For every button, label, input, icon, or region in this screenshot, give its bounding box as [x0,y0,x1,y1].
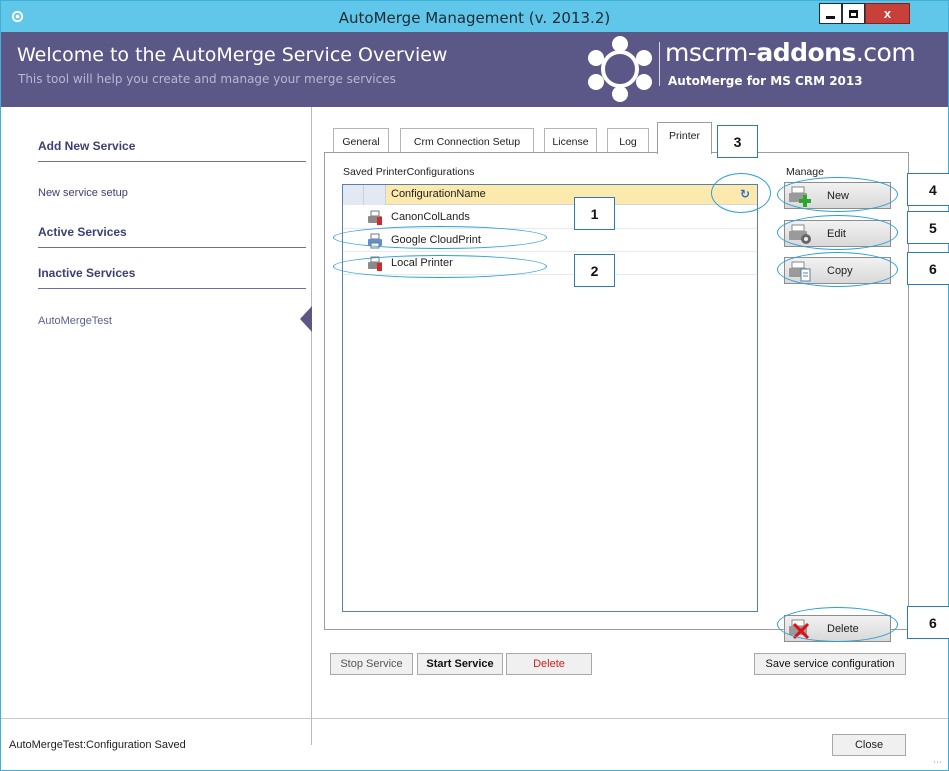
maximize-icon [849,9,858,18]
sidebar-item-automergetest[interactable]: AutoMergeTest [38,315,112,327]
sidebar-divider [38,247,306,248]
grid-icon-column-header [364,185,386,205]
configuration-name: Google CloudPrint [391,234,481,246]
callout-box-6b [907,606,949,639]
app-window: AutoMerge Management (v. 2013.2) x Welco… [0,0,949,771]
callout-box-5 [907,211,949,244]
new-button-label: New [827,190,850,202]
printer-icon [368,210,382,225]
configuration-name: CanonColLands [391,211,470,223]
callout-1: 1 [574,197,615,230]
callout-box-4 [907,173,949,206]
copy-configuration-button[interactable]: Copy [784,257,891,284]
saved-configurations-label: Saved PrinterConfigurations [343,166,475,178]
header-title: Welcome to the AutoMerge Service Overvie… [17,44,448,66]
grid-corner-cell [343,185,364,205]
callout-5: 5 [929,220,937,236]
start-service-button[interactable]: Start Service [417,653,503,675]
new-printer-icon [789,186,811,207]
printer-icon [368,256,382,271]
manage-label: Manage [786,166,824,178]
sidebar-divider [38,161,306,162]
configuration-name-column-header[interactable]: ConfigurationName [391,188,486,200]
tab-general[interactable]: General [333,128,389,154]
delete-printer-icon [789,619,810,640]
add-new-service-heading[interactable]: Add New Service [38,139,135,153]
tab-printer[interactable]: Printer [657,122,712,154]
window-title: AutoMerge Management (v. 2013.2) [338,9,611,27]
table-row[interactable]: CanonColLands [343,207,757,229]
header-subtitle: This tool will help you create and manag… [18,72,396,86]
brand-divider [659,42,660,86]
resize-grip-icon[interactable]: ⋯ [933,757,942,768]
minimize-button[interactable] [819,3,842,24]
close-button[interactable]: Close [832,734,906,756]
maximize-button[interactable] [842,3,865,24]
minimize-icon [826,16,835,19]
close-window-button[interactable]: x [865,3,910,24]
inactive-services-heading[interactable]: Inactive Services [38,266,135,280]
edit-button-label: Edit [827,228,846,240]
callout-3: 3 [717,125,758,158]
configuration-name: Local Printer [391,257,453,269]
copy-printer-icon [789,261,811,282]
sidebar: Add New Service New service setup Active… [1,107,312,745]
printer-configurations-grid[interactable]: ConfigurationName ↻ CanonColLands Google… [342,184,758,612]
new-service-setup-link[interactable]: New service setup [38,187,128,199]
tab-license[interactable]: License [544,128,597,154]
tab-crm-connection-setup[interactable]: Crm Connection Setup [400,128,534,154]
table-row[interactable]: Google CloudPrint [343,230,757,252]
edit-printer-gear-icon [789,224,811,244]
active-services-heading[interactable]: Active Services [38,225,127,239]
new-configuration-button[interactable]: New [784,182,891,209]
callout-6b: 6 [929,615,937,631]
callout-2: 2 [574,254,615,287]
table-row[interactable]: Local Printer [343,253,757,275]
stop-service-button[interactable]: Stop Service [330,653,413,675]
copy-button-label: Copy [827,265,853,277]
callout-4: 4 [929,182,937,198]
brand-name: mscrm-addons.com [665,38,916,67]
status-message: AutoMergeTest:Configuration Saved [9,739,186,751]
welcome-header: Welcome to the AutoMerge Service Overvie… [1,32,948,107]
refresh-icon[interactable]: ↻ [740,187,750,201]
close-icon: x [883,6,892,21]
status-bar-divider [1,718,948,719]
callout-6a: 6 [929,261,937,277]
edit-configuration-button[interactable]: Edit [784,220,891,247]
title-bar[interactable]: AutoMerge Management (v. 2013.2) x [1,1,948,32]
save-service-configuration-button[interactable]: Save service configuration [754,653,906,675]
brand-logo-icon [588,36,652,102]
sidebar-divider [38,288,306,289]
delete-service-button[interactable]: Delete [506,653,592,675]
grid-header-row: ConfigurationName ↻ [343,185,757,205]
cloud-printer-icon [368,233,382,249]
selected-item-arrow-icon [300,306,312,332]
delete-button-label: Delete [827,623,859,635]
delete-configuration-button[interactable]: Delete [784,615,891,642]
brand-tagline: AutoMerge for MS CRM 2013 [668,74,863,88]
callout-box-6a [907,252,949,285]
tab-log[interactable]: Log [607,128,649,154]
